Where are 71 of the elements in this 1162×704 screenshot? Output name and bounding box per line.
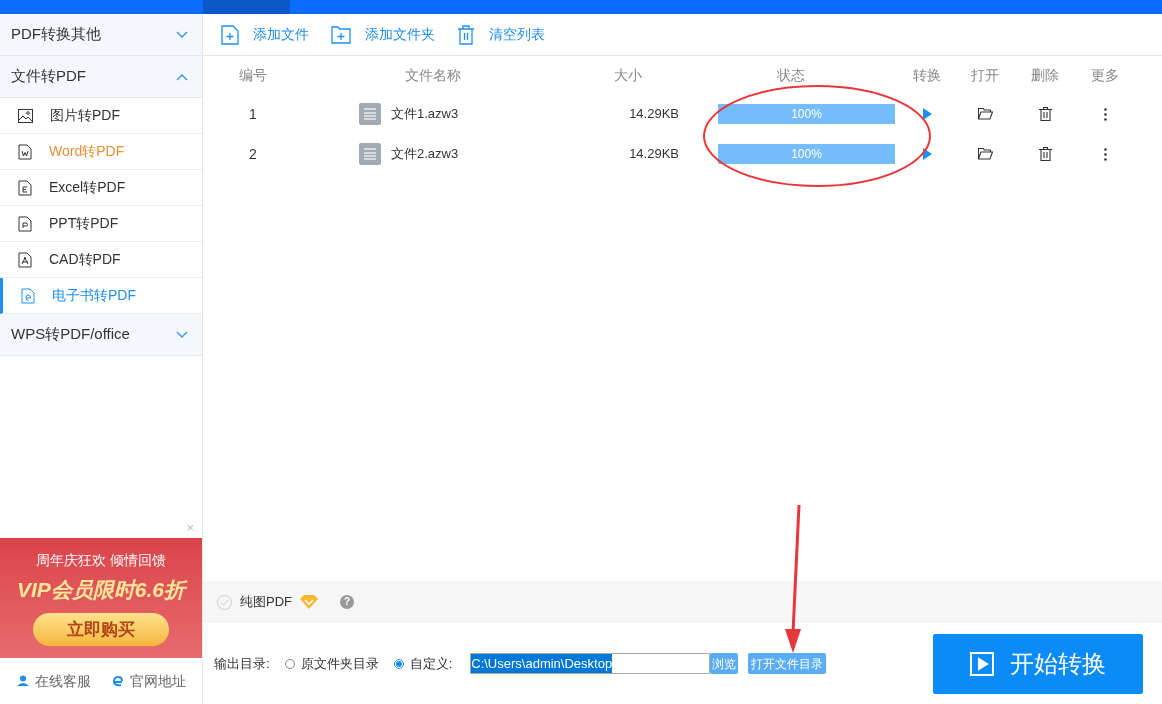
output-label: 输出目录:	[214, 654, 270, 673]
open-directory-button[interactable]: 打开文件目录	[748, 653, 827, 674]
browse-button[interactable]: 浏览	[710, 653, 739, 674]
sidebar-group[interactable]: 文件转PDF	[0, 56, 202, 98]
document-icon	[359, 103, 381, 125]
folder-icon[interactable]	[977, 148, 993, 160]
ad-banner[interactable]: 周年庆狂欢 倾情回馈 VIP会员限时6.6折 立即购买	[0, 538, 202, 658]
footer-link[interactable]: 官网地址	[111, 670, 186, 692]
group-label: PDF转换其他	[11, 24, 101, 45]
progress-text: 100%	[790, 146, 823, 163]
group-label: WPS转PDF/office	[11, 324, 130, 345]
toolbar-button[interactable]: 添加文件夹	[331, 24, 435, 45]
more-icon[interactable]	[1103, 147, 1107, 161]
browser-icon	[111, 675, 124, 687]
chevron-up-icon	[176, 72, 188, 81]
chevron-down-icon	[176, 30, 188, 39]
delete-icon[interactable]	[1038, 107, 1052, 121]
start-convert-button[interactable]: 开始转换	[933, 633, 1143, 694]
file-name: 文件2.azw3	[391, 145, 459, 164]
radio-option[interactable]: 自定义:	[393, 653, 453, 674]
sidebar-group[interactable]: PDF转换其他	[0, 14, 202, 56]
check-icon[interactable]	[217, 594, 232, 610]
image-icon	[18, 108, 33, 123]
output-path-field[interactable]: C:\Users\admin\Desktop	[470, 653, 711, 674]
footer-link[interactable]: 在线客服	[16, 670, 91, 692]
column-header: 更多	[1090, 65, 1120, 85]
folder-icon[interactable]	[977, 108, 993, 120]
excel-document-icon	[18, 179, 32, 196]
play-icon[interactable]	[922, 108, 932, 120]
user-icon	[16, 675, 29, 687]
ebook-document-icon	[21, 287, 35, 304]
sidebar-group[interactable]: WPS转PDF/office	[0, 314, 202, 356]
column-header: 编号	[238, 65, 268, 85]
ppt-document-icon	[18, 215, 32, 232]
file-name: 文件1.azw3	[391, 105, 459, 124]
chevron-down-icon	[176, 330, 188, 339]
progress-text: 100%	[790, 106, 823, 123]
row-number: 2	[248, 144, 258, 164]
row-number: 1	[248, 104, 258, 124]
file-size: 14.29KB	[628, 105, 680, 124]
file-size: 14.29KB	[628, 145, 680, 164]
group-label: 文件转PDF	[11, 66, 86, 87]
add-file-icon	[221, 24, 239, 45]
column-header: 文件名称	[404, 65, 462, 85]
buy-now-button[interactable]: 立即购买	[33, 612, 169, 646]
option-label: 纯图PDF	[240, 593, 292, 612]
add-folder-icon	[331, 25, 351, 44]
diamond-icon	[300, 595, 318, 609]
sidebar-item[interactable]: 图片转PDF	[0, 98, 202, 134]
column-header: 大小	[613, 65, 643, 85]
ad-headline: 周年庆狂欢 倾情回馈	[36, 551, 166, 570]
column-header: 打开	[970, 65, 1000, 85]
sidebar-item[interactable]: Excel转PDF	[0, 170, 202, 206]
delete-icon[interactable]	[1038, 147, 1052, 161]
cad-document-icon	[18, 251, 32, 268]
radio-option[interactable]: 原文件夹目录	[284, 653, 379, 674]
trash-icon	[457, 24, 475, 45]
document-icon	[359, 143, 381, 165]
column-header: 转换	[912, 65, 942, 85]
word-document-icon	[18, 143, 32, 160]
sidebar-item[interactable]: CAD转PDF	[0, 242, 202, 278]
more-icon[interactable]	[1103, 107, 1107, 121]
toolbar-button[interactable]: 添加文件	[221, 24, 309, 45]
toolbar-button[interactable]: 清空列表	[457, 24, 545, 45]
play-icon[interactable]	[922, 148, 932, 160]
sidebar-item[interactable]: PPT转PDF	[0, 206, 202, 242]
column-header: 删除	[1030, 65, 1060, 85]
column-header: 状态	[776, 65, 806, 85]
sidebar-item[interactable]: Word转PDF	[0, 134, 202, 170]
play-icon	[970, 651, 994, 676]
help-button[interactable]: ?	[340, 595, 354, 609]
